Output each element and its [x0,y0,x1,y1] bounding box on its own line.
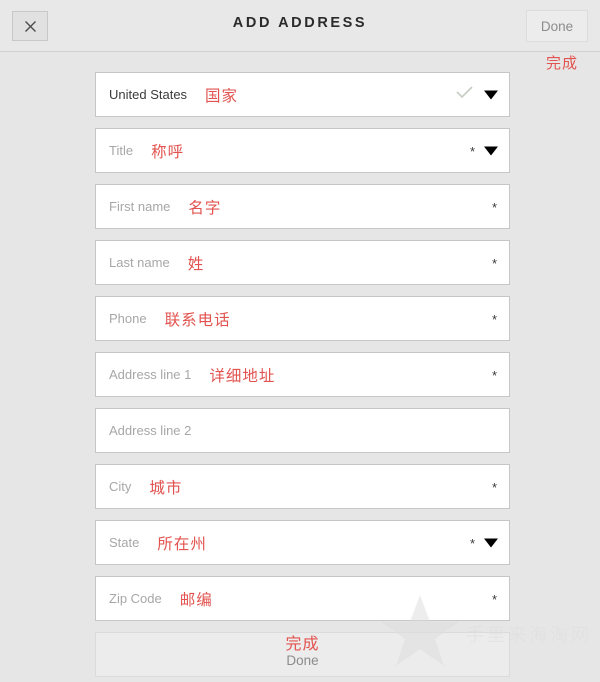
done-button-top-label: Done [540,18,574,34]
done-button-bottom[interactable]: 完成 Done [95,632,510,677]
annotation-state: 所在州 [157,534,207,553]
last-name-field[interactable]: Last name 姓 * [95,240,510,285]
zip-code-field[interactable]: Zip Code 邮编 * [95,576,510,621]
done-button-top[interactable]: Done [526,10,588,42]
address-line-2-field[interactable]: Address line 2 [95,408,510,453]
chevron-down-icon[interactable] [484,90,498,99]
annotation-phone: 联系电话 [164,310,231,329]
phone-field[interactable]: Phone 联系电话 * [95,296,510,341]
annotation-last-name: 姓 [187,254,205,273]
title-field-placeholder: Title [109,143,134,158]
done-button-bottom-label: Done [286,653,319,668]
required-marker: * [491,311,497,327]
phone-field-placeholder: Phone [109,311,147,326]
first-name-field[interactable]: First name 名字 * [95,184,510,229]
required-marker: * [491,591,497,607]
annotation-zip-code: 邮编 [179,590,213,609]
annotation-city: 城市 [149,478,183,497]
required-marker: * [491,199,497,215]
state-field[interactable]: State 所在州 * [95,520,510,565]
annotation-country: 国家 [205,86,239,105]
required-marker: * [469,143,475,159]
city-field[interactable]: City 城市 * [95,464,510,509]
last-name-field-placeholder: Last name [109,255,170,270]
country-field[interactable]: United States 国家 [95,72,510,117]
required-marker: * [491,367,497,383]
titlebar: ADD ADDRESS Done [0,0,600,52]
address-form: United States 国家 Title 称呼 * First name 名… [95,72,510,677]
title-field[interactable]: Title 称呼 * [95,128,510,173]
first-name-field-placeholder: First name [109,199,171,214]
address-line-2-field-placeholder: Address line 2 [109,423,192,438]
check-icon [456,85,473,104]
chevron-down-icon[interactable] [484,538,498,547]
state-field-placeholder: State [109,535,140,550]
required-marker: * [491,255,497,271]
annotation-done-top: 完成 [545,54,578,72]
page-title: ADD ADDRESS [232,15,368,31]
city-field-placeholder: City [109,479,132,494]
annotation-address-line-1: 详细地址 [209,366,276,385]
annotation-first-name: 名字 [188,198,222,217]
country-field-value: United States [109,87,188,102]
annotation-title: 称呼 [151,142,185,161]
annotation-done-bottom: 完成 [285,634,320,653]
required-marker: * [491,479,497,495]
required-marker: * [469,535,475,551]
address-line-1-field[interactable]: Address line 1 详细地址 * [95,352,510,397]
zip-code-field-placeholder: Zip Code [109,591,162,606]
chevron-down-icon[interactable] [484,146,498,155]
address-line-1-field-placeholder: Address line 1 [109,367,192,382]
